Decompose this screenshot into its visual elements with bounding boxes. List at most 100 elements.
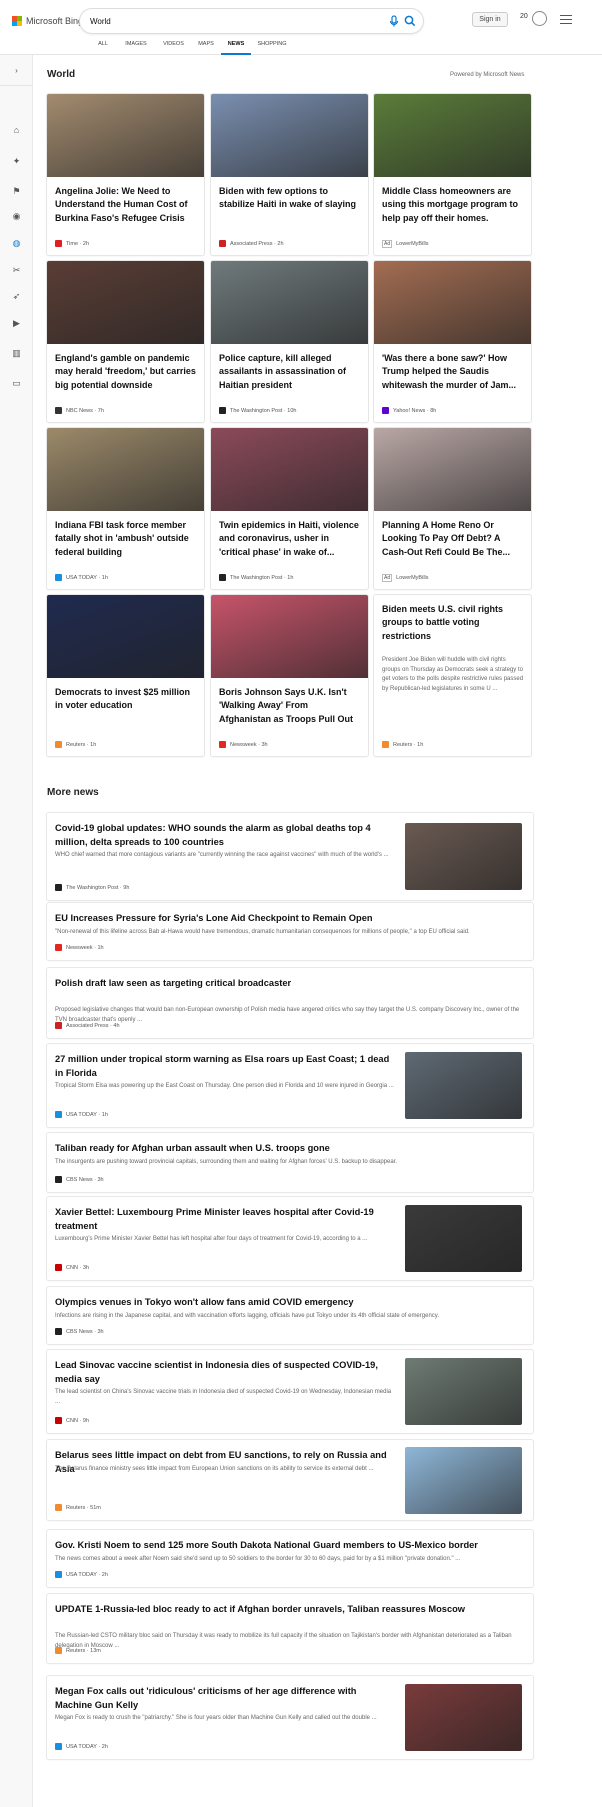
news-item-title[interactable]: UPDATE 1-Russia-led bloc ready to act if… — [55, 1603, 525, 1617]
news-card-image[interactable] — [211, 94, 368, 177]
news-item-title[interactable]: Olympics venues in Tokyo won't allow fan… — [55, 1296, 525, 1310]
news-card-source[interactable]: Newsweek · 3h — [219, 741, 268, 748]
tab-images[interactable]: IMAGES — [116, 40, 156, 55]
news-card-image[interactable] — [47, 428, 204, 511]
card-icon[interactable]: ▭ — [10, 377, 23, 390]
news-item-source[interactable]: Newsweek · 1h — [55, 944, 104, 951]
location-icon[interactable]: ◉ — [10, 210, 23, 223]
news-item-source[interactable]: Associated Press · 4h — [55, 1022, 120, 1029]
news-item-title[interactable]: Lead Sinovac vaccine scientist in Indone… — [55, 1359, 395, 1386]
tab-maps[interactable]: MAPS — [191, 40, 221, 55]
news-card-title[interactable]: Police capture, kill alleged assailants … — [219, 352, 360, 392]
news-item-title[interactable]: EU Increases Pressure for Syria's Lone A… — [55, 912, 525, 926]
news-card-image[interactable] — [211, 428, 368, 511]
news-card-source[interactable]: Time · 2h — [55, 240, 89, 247]
source-name[interactable]: USA TODAY — [66, 1744, 97, 1750]
news-card-title[interactable]: Indiana FBI task force member fatally sh… — [55, 519, 196, 559]
news-card[interactable]: Police capture, kill alleged assailants … — [211, 261, 368, 422]
news-item-thumbnail[interactable] — [405, 1447, 522, 1514]
rocket-icon[interactable]: ➶ — [10, 290, 23, 303]
news-list-item[interactable]: EU Increases Pressure for Syria's Lone A… — [47, 903, 533, 960]
news-list-item[interactable]: Gov. Kristi Noem to send 125 more South … — [47, 1530, 533, 1587]
news-card[interactable]: Democrats to invest $25 million in voter… — [47, 595, 204, 756]
news-card-source[interactable]: The Washington Post · 10h — [219, 407, 296, 414]
source-name[interactable]: CBS News — [66, 1177, 93, 1183]
globe-icon[interactable]: ◍ — [10, 237, 23, 250]
news-item-source[interactable]: CBS News · 3h — [55, 1328, 104, 1335]
tab-videos[interactable]: VIDEOS — [156, 40, 191, 55]
news-card-source[interactable]: USA TODAY · 1h — [55, 574, 108, 581]
microphone-icon[interactable] — [387, 14, 401, 28]
news-card[interactable]: Planning A Home Reno Or Looking To Pay O… — [374, 428, 531, 589]
news-item-title[interactable]: Taliban ready for Afghan urban assault w… — [55, 1142, 525, 1156]
news-item-title[interactable]: Polish draft law seen as targeting criti… — [55, 977, 525, 991]
source-name[interactable]: Reuters — [66, 742, 85, 748]
news-list-item[interactable]: Taliban ready for Afghan urban assault w… — [47, 1133, 533, 1192]
news-item-source[interactable]: USA TODAY · 1h — [55, 1111, 108, 1118]
news-card-source[interactable]: The Washington Post · 1h — [219, 574, 293, 581]
source-name[interactable]: USA TODAY — [66, 1572, 97, 1578]
source-name[interactable]: CBS News — [66, 1329, 93, 1335]
building-icon[interactable]: ▥ — [10, 347, 23, 360]
sign-in-button[interactable]: Sign in — [472, 12, 508, 27]
news-card[interactable]: Indiana FBI task force member fatally sh… — [47, 428, 204, 589]
news-list-item[interactable]: Covid-19 global updates: WHO sounds the … — [47, 813, 533, 900]
news-card[interactable]: Biden meets U.S. civil rights groups to … — [374, 595, 531, 756]
news-card-image[interactable] — [211, 261, 368, 344]
sparkle-icon[interactable]: ✦ — [10, 155, 23, 168]
news-list-item[interactable]: UPDATE 1-Russia-led bloc ready to act if… — [47, 1594, 533, 1663]
news-card-source[interactable]: Reuters · 1h — [55, 741, 96, 748]
news-card-source[interactable]: Associated Press · 2h — [219, 240, 284, 247]
news-card[interactable]: England's gamble on pandemic may herald … — [47, 261, 204, 422]
news-card-image[interactable] — [374, 94, 531, 177]
news-card[interactable]: Angelina Jolie: We Need to Understand th… — [47, 94, 204, 255]
news-item-title[interactable]: Covid-19 global updates: WHO sounds the … — [55, 822, 395, 849]
news-card-image[interactable] — [374, 261, 531, 344]
news-list-item[interactable]: Polish draft law seen as targeting criti… — [47, 968, 533, 1038]
news-card-image[interactable] — [47, 94, 204, 177]
news-item-source[interactable]: USA TODAY · 2h — [55, 1743, 108, 1750]
news-item-thumbnail[interactable] — [405, 1358, 522, 1425]
source-name[interactable]: CNN — [66, 1265, 78, 1271]
source-name[interactable]: Yahoo! News — [393, 408, 425, 414]
news-list-item[interactable]: Lead Sinovac vaccine scientist in Indone… — [47, 1350, 533, 1433]
source-name[interactable]: Newsweek — [230, 742, 257, 748]
source-name[interactable]: Reuters — [393, 742, 412, 748]
news-card-title[interactable]: Biden meets U.S. civil rights groups to … — [382, 603, 523, 643]
news-card-image[interactable] — [374, 428, 531, 511]
source-name[interactable]: Time — [66, 241, 78, 247]
news-item-title[interactable]: Gov. Kristi Noem to send 125 more South … — [55, 1539, 525, 1553]
news-card-source[interactable]: NBC News · 7h — [55, 407, 104, 414]
news-item-source[interactable]: CNN · 3h — [55, 1264, 89, 1271]
hamburger-menu-icon[interactable] — [560, 15, 572, 24]
science-icon[interactable]: ✂ — [10, 264, 23, 277]
news-item-source[interactable]: CNN · 9h — [55, 1417, 89, 1424]
video-icon[interactable]: ▶ — [10, 317, 23, 330]
news-card[interactable]: Biden with few options to stabilize Hait… — [211, 94, 368, 255]
news-card-image[interactable] — [47, 595, 204, 678]
news-card-title[interactable]: England's gamble on pandemic may herald … — [55, 352, 196, 392]
news-card[interactable]: Twin epidemics in Haiti, violence and co… — [211, 428, 368, 589]
rewards-points[interactable]: 20 — [520, 13, 528, 20]
news-item-source[interactable]: CBS News · 3h — [55, 1176, 104, 1183]
source-name[interactable]: Associated Press — [230, 241, 273, 247]
news-item-title[interactable]: Xavier Bettel: Luxembourg Prime Minister… — [55, 1206, 395, 1233]
news-item-title[interactable]: Megan Fox calls out 'ridiculous' critici… — [55, 1685, 395, 1712]
source-name[interactable]: Newsweek — [66, 945, 93, 951]
flag-icon[interactable]: ⚑ — [10, 185, 23, 198]
source-name[interactable]: The Washington Post — [66, 885, 118, 891]
news-list-item[interactable]: 27 million under tropical storm warning … — [47, 1044, 533, 1127]
source-name[interactable]: The Washington Post — [230, 408, 282, 414]
source-name[interactable]: USA TODAY — [66, 575, 97, 581]
news-list-item[interactable]: Olympics venues in Tokyo won't allow fan… — [47, 1287, 533, 1344]
news-card-source[interactable]: Ad LowerMyBills — [382, 574, 429, 582]
news-card-title[interactable]: Democrats to invest $25 million in voter… — [55, 686, 196, 713]
tab-news[interactable]: NEWS — [221, 40, 251, 55]
news-item-thumbnail[interactable] — [405, 1684, 522, 1751]
news-item-source[interactable]: Reuters · 13m — [55, 1647, 101, 1654]
news-list-item[interactable]: Megan Fox calls out 'ridiculous' critici… — [47, 1676, 533, 1759]
source-name[interactable]: LowerMyBills — [396, 575, 428, 581]
news-card-title[interactable]: Angelina Jolie: We Need to Understand th… — [55, 185, 196, 225]
source-name[interactable]: USA TODAY — [66, 1112, 97, 1118]
source-name[interactable]: Associated Press — [66, 1023, 109, 1029]
